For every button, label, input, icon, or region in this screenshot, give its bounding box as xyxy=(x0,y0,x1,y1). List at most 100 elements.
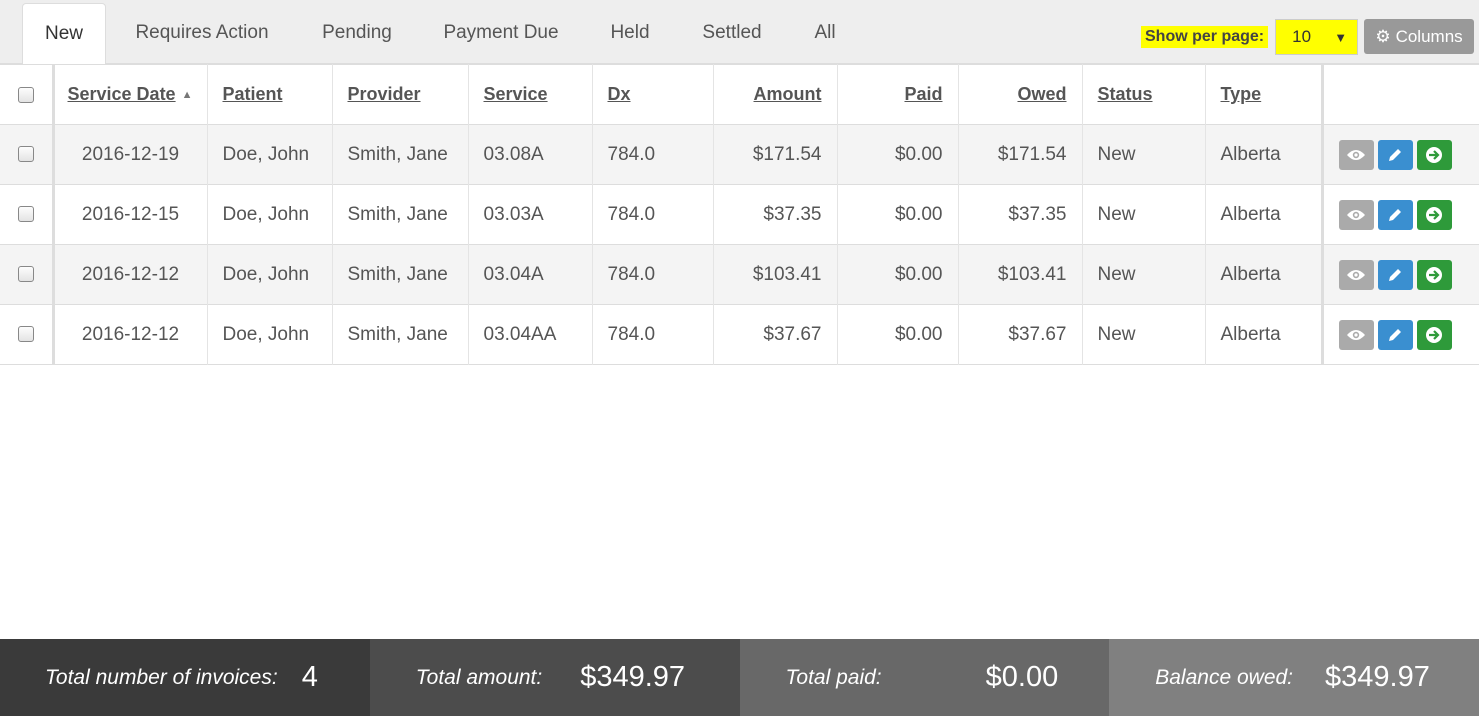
cell-service: 03.08A xyxy=(467,124,592,185)
cell-type: Alberta xyxy=(1204,184,1322,245)
cell-dx: 784.0 xyxy=(591,124,713,185)
total-paid-panel: Total paid: $0.00 xyxy=(739,639,1110,716)
header-status[interactable]: Status xyxy=(1081,64,1205,125)
header-amount[interactable]: Amount xyxy=(712,64,837,125)
submit-button[interactable] xyxy=(1416,259,1452,290)
header-provider[interactable]: Provider xyxy=(331,64,468,125)
cell-service-date: 2016-12-15 xyxy=(52,184,207,245)
cell-provider: Smith, Jane xyxy=(331,244,468,305)
table-row[interactable]: 2016-12-15 Doe, John Smith, Jane 03.03A … xyxy=(0,184,1479,245)
view-button[interactable] xyxy=(1338,259,1374,290)
edit-button[interactable] xyxy=(1377,199,1413,230)
arrow-right-circle-icon xyxy=(1426,146,1442,163)
select-all-checkbox[interactable] xyxy=(17,87,34,104)
eye-icon xyxy=(1347,269,1365,280)
edit-button[interactable] xyxy=(1377,139,1413,170)
balance-owed-panel: Balance owed: $349.97 xyxy=(1109,639,1479,716)
tab-requires-action[interactable]: Requires Action xyxy=(118,3,286,64)
cell-dx: 784.0 xyxy=(591,244,713,305)
row-checkbox[interactable] xyxy=(17,266,34,283)
cell-amount: $37.67 xyxy=(712,304,837,365)
per-page-select[interactable]: 10 ▼ xyxy=(1275,19,1359,55)
header-type[interactable]: Type xyxy=(1204,64,1322,125)
columns-button[interactable]: ⚙ Columns xyxy=(1364,19,1474,54)
table-row[interactable]: 2016-12-19 Doe, John Smith, Jane 03.08A … xyxy=(0,124,1479,185)
cell-owed: $37.35 xyxy=(957,184,1082,245)
row-select-cell xyxy=(0,124,55,185)
cell-type: Alberta xyxy=(1204,244,1322,305)
header-service[interactable]: Service xyxy=(467,64,592,125)
row-select-cell xyxy=(0,244,55,305)
cell-owed: $171.54 xyxy=(957,124,1082,185)
tab-payment-due[interactable]: Payment Due xyxy=(428,3,574,64)
row-actions xyxy=(1320,124,1479,185)
cell-service-date: 2016-12-12 xyxy=(52,304,207,365)
pencil-icon xyxy=(1389,268,1401,281)
cell-service-date: 2016-12-19 xyxy=(52,124,207,185)
eye-icon xyxy=(1347,149,1365,160)
arrow-right-circle-icon xyxy=(1426,326,1442,343)
header-select-cell xyxy=(0,64,55,125)
header-owed[interactable]: Owed xyxy=(957,64,1082,125)
cell-amount: $103.41 xyxy=(712,244,837,305)
row-checkbox[interactable] xyxy=(17,146,34,163)
row-checkbox[interactable] xyxy=(17,206,34,223)
dropdown-arrow-icon: ▼ xyxy=(1334,29,1348,45)
cell-service: 03.03A xyxy=(467,184,592,245)
cell-paid: $0.00 xyxy=(836,304,958,365)
eye-icon xyxy=(1347,329,1365,340)
cell-owed: $37.67 xyxy=(957,304,1082,365)
cell-patient: Doe, John xyxy=(206,124,332,185)
pencil-icon xyxy=(1389,148,1401,161)
total-amount-label: Total amount: xyxy=(415,665,543,689)
row-actions xyxy=(1320,184,1479,245)
eye-icon xyxy=(1347,209,1365,220)
arrow-right-circle-icon xyxy=(1426,206,1442,223)
cell-paid: $0.00 xyxy=(836,124,958,185)
header-patient[interactable]: Patient xyxy=(206,64,332,125)
header-paid[interactable]: Paid xyxy=(836,64,958,125)
submit-button[interactable] xyxy=(1416,199,1452,230)
tab-settled[interactable]: Settled xyxy=(686,3,778,64)
header-dx[interactable]: Dx xyxy=(591,64,713,125)
total-amount-value: $349.97 xyxy=(580,661,686,693)
pencil-icon xyxy=(1389,208,1401,221)
top-toolbar: New Requires Action Pending Payment Due … xyxy=(0,0,1479,65)
edit-button[interactable] xyxy=(1377,319,1413,350)
row-checkbox[interactable] xyxy=(17,326,34,343)
arrow-right-circle-icon xyxy=(1426,266,1442,283)
cell-patient: Doe, John xyxy=(206,304,332,365)
cell-status: New xyxy=(1081,304,1205,365)
balance-owed-label: Balance owed: xyxy=(1155,665,1294,689)
view-button[interactable] xyxy=(1338,319,1374,350)
submit-button[interactable] xyxy=(1416,139,1452,170)
balance-owed-value: $349.97 xyxy=(1325,661,1430,693)
view-button[interactable] xyxy=(1338,199,1374,230)
pencil-icon xyxy=(1389,328,1401,341)
per-page-label: Show per page: xyxy=(1141,26,1269,48)
total-invoices-panel: Total number of invoices: 4 xyxy=(0,639,370,716)
cell-dx: 784.0 xyxy=(591,304,713,365)
cell-type: Alberta xyxy=(1204,304,1322,365)
edit-button[interactable] xyxy=(1377,259,1413,290)
total-paid-label: Total paid: xyxy=(785,665,882,689)
row-select-cell xyxy=(0,184,55,245)
submit-button[interactable] xyxy=(1416,319,1452,350)
cell-patient: Doe, John xyxy=(206,244,332,305)
sort-ascending-icon: ▲ xyxy=(181,89,193,101)
view-button[interactable] xyxy=(1338,139,1374,170)
total-paid-value: $0.00 xyxy=(985,661,1059,693)
header-service-date[interactable]: Service Date ▲ xyxy=(52,64,207,125)
totals-footer: Total number of invoices: 4 Total amount… xyxy=(0,639,1479,716)
cell-service: 03.04AA xyxy=(467,304,592,365)
total-invoices-value: 4 xyxy=(301,661,318,693)
cell-owed: $103.41 xyxy=(957,244,1082,305)
tab-held[interactable]: Held xyxy=(594,3,666,64)
cell-amount: $171.54 xyxy=(712,124,837,185)
tab-pending[interactable]: Pending xyxy=(305,3,409,64)
table-row[interactable]: 2016-12-12 Doe, John Smith, Jane 03.04A … xyxy=(0,244,1479,305)
tab-all[interactable]: All xyxy=(798,3,852,64)
cell-paid: $0.00 xyxy=(836,244,958,305)
table-row[interactable]: 2016-12-12 Doe, John Smith, Jane 03.04AA… xyxy=(0,304,1479,365)
tab-new[interactable]: New xyxy=(22,3,106,65)
